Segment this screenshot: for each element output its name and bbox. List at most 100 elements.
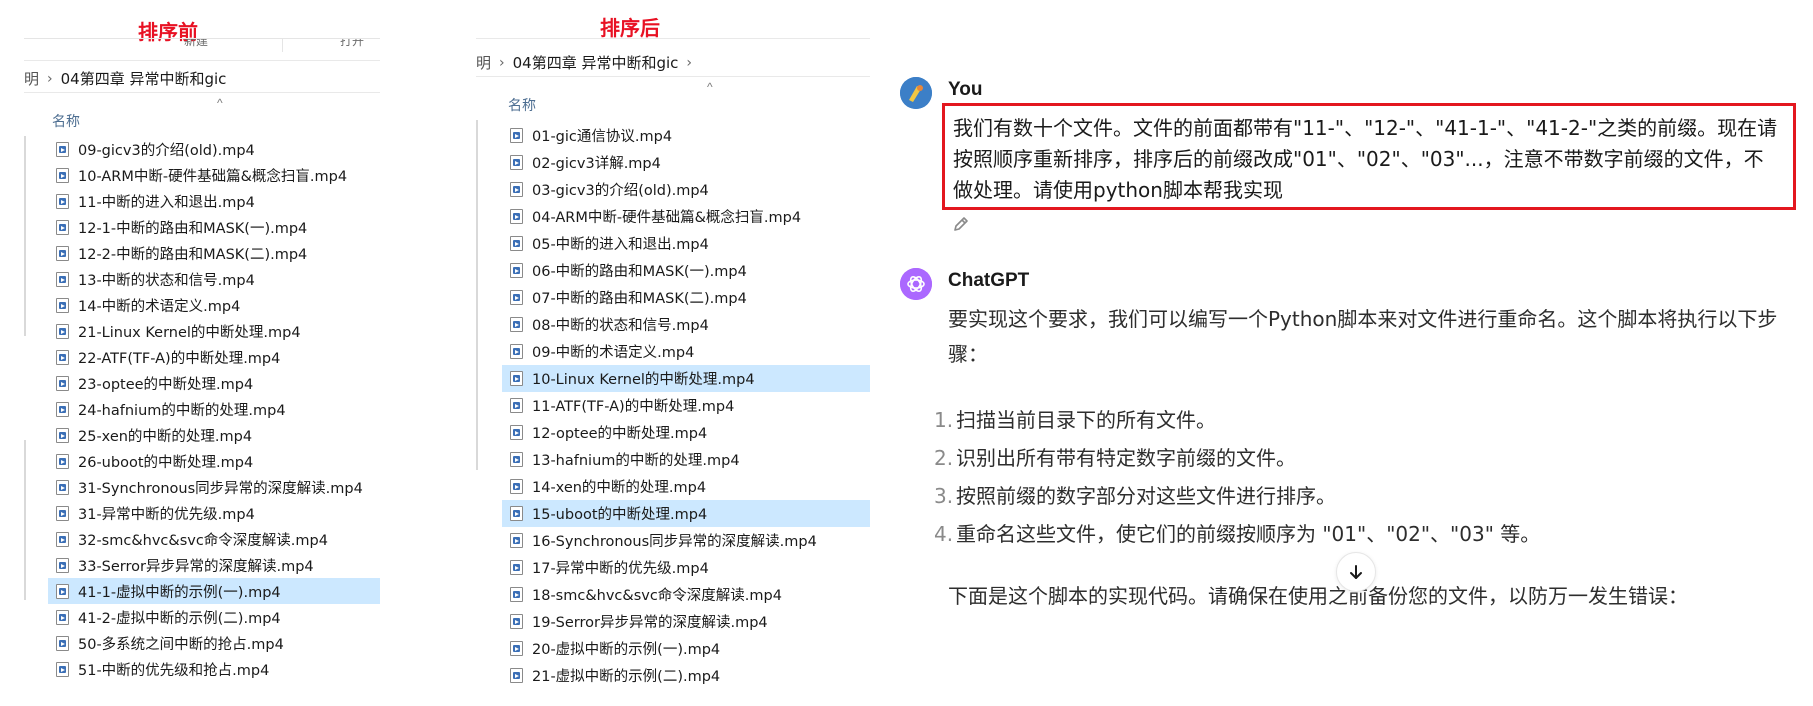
video-file-icon: [510, 155, 523, 170]
assistant-outro: 下面是这个脚本的实现代码。请确保在使用之前备份您的文件，以防万一发生错误：: [948, 584, 1688, 608]
file-row[interactable]: 01-gic通信协议.mp4: [502, 122, 870, 149]
breadcrumb-folder[interactable]: 04第四章 异常中断和gic: [513, 52, 679, 73]
video-file-icon: [510, 263, 523, 278]
video-file-icon: [56, 245, 69, 261]
video-file-icon: [56, 583, 69, 599]
file-row[interactable]: 51-中断的优先级和抢占.mp4: [48, 656, 380, 682]
file-row[interactable]: 14-中断的术语定义.mp4: [48, 292, 380, 318]
file-name: 16-Synchronous同步异常的深度解读.mp4: [532, 534, 817, 550]
edit-icon[interactable]: [951, 214, 971, 239]
address-bar-divider: [24, 92, 380, 93]
breadcrumb: 明 › 04第四章 异常中断和gic: [24, 68, 226, 89]
file-row[interactable]: 41-1-虚拟中断的示例(一).mp4: [48, 578, 380, 604]
toolbar-divider: [282, 39, 283, 52]
video-file-icon: [56, 557, 69, 573]
file-row[interactable]: 25-xen的中断的处理.mp4: [48, 422, 380, 448]
video-file-icon: [56, 505, 69, 521]
sort-ascending-icon[interactable]: ^: [217, 96, 223, 110]
chevron-right-icon[interactable]: ›: [686, 55, 692, 71]
file-row[interactable]: 12-1-中断的路由和MASK(一).mp4: [48, 214, 380, 240]
file-row[interactable]: 32-smc&hvc&svc命令深度解读.mp4: [48, 526, 380, 552]
file-row[interactable]: 06-中断的路由和MASK(一).mp4: [502, 257, 870, 284]
file-row[interactable]: 12-2-中断的路由和MASK(二).mp4: [48, 240, 380, 266]
steps-list: 1. 扫描当前目录下的所有文件。 2. 识别出所有带有特定数字前缀的文件。 3. 按照前缀…: [934, 401, 1540, 553]
user-message: 我们有数十个文件。文件的前面都带有"11-"、"12-"、"41-1-"、"41…: [953, 116, 1778, 202]
breadcrumb-clipped-segment[interactable]: 明: [24, 68, 39, 89]
video-file-icon: [56, 167, 69, 183]
file-row[interactable]: 12-optee的中断处理.mp4: [502, 419, 870, 446]
scroll-to-bottom-button[interactable]: [1336, 552, 1376, 592]
file-row[interactable]: 22-ATF(TF-A)的中断处理.mp4: [48, 344, 380, 370]
file-row[interactable]: 13-中断的状态和信号.mp4: [48, 266, 380, 292]
file-row[interactable]: 13-hafnium的中断的处理.mp4: [502, 446, 870, 473]
file-row[interactable]: 10-Linux Kernel的中断处理.mp4: [502, 365, 870, 392]
file-name: 18-smc&hvc&svc命令深度解读.mp4: [532, 588, 782, 604]
file-row[interactable]: 07-中断的路由和MASK(二).mp4: [502, 284, 870, 311]
file-row[interactable]: 15-uboot的中断处理.mp4: [502, 500, 870, 527]
file-row[interactable]: 04-ARM中断-硬件基础篇&概念扫盲.mp4: [502, 203, 870, 230]
video-file-icon: [56, 141, 69, 157]
openai-logo-icon: [900, 268, 932, 300]
file-name: 09-中断的术语定义.mp4: [532, 345, 695, 361]
toolbar-new-label[interactable]: 新建: [184, 39, 208, 49]
file-row[interactable]: 09-中断的术语定义.mp4: [502, 338, 870, 365]
file-name: 10-ARM中断-硬件基础篇&概念扫盲.mp4: [78, 168, 348, 185]
file-row[interactable]: 09-gicv3的介绍(old).mp4: [48, 136, 380, 162]
file-row[interactable]: 26-uboot的中断处理.mp4: [48, 448, 380, 474]
file-name: 11-中断的进入和退出.mp4: [78, 194, 255, 211]
file-row[interactable]: 50-多系统之间中断的抢占.mp4: [48, 630, 380, 656]
file-name: 09-gicv3的介绍(old).mp4: [78, 142, 255, 159]
file-row[interactable]: 05-中断的进入和退出.mp4: [502, 230, 870, 257]
video-file-icon: [510, 317, 523, 332]
file-row[interactable]: 17-异常中断的优先级.mp4: [502, 554, 870, 581]
file-row[interactable]: 33-Serror异步异常的深度解读.mp4: [48, 552, 380, 578]
video-file-icon: [56, 401, 69, 417]
breadcrumb-clipped-segment[interactable]: 明: [476, 52, 491, 73]
file-row[interactable]: 31-异常中断的优先级.mp4: [48, 500, 380, 526]
video-file-icon: [510, 479, 523, 494]
sort-ascending-icon[interactable]: ^: [707, 80, 713, 94]
file-row[interactable]: 23-optee的中断处理.mp4: [48, 370, 380, 396]
file-row[interactable]: 41-2-虚拟中断的示例(二).mp4: [48, 604, 380, 630]
file-row[interactable]: 21-虚拟中断的示例(二).mp4: [502, 662, 870, 689]
column-header-name[interactable]: 名称: [52, 111, 80, 131]
file-row[interactable]: 08-中断的状态和信号.mp4: [502, 311, 870, 338]
file-list: 01-gic通信协议.mp4 02-gicv3详解.mp4 03-gicv3的介绍(…: [502, 122, 870, 689]
file-row[interactable]: 21-Linux Kernel的中断处理.mp4: [48, 318, 380, 344]
video-file-icon: [56, 661, 69, 677]
file-name: 13-hafnium的中断的处理.mp4: [532, 453, 740, 469]
pane-divider: [24, 440, 26, 600]
video-file-icon: [56, 219, 69, 235]
file-row[interactable]: 31-Synchronous同步异常的深度解读.mp4: [48, 474, 380, 500]
file-name: 33-Serror异步异常的深度解读.mp4: [78, 558, 314, 575]
toolbar-open-label[interactable]: 打开: [340, 39, 364, 49]
step-number: 1.: [934, 408, 954, 432]
user-name: You: [948, 79, 983, 100]
file-row[interactable]: 02-gicv3详解.mp4: [502, 149, 870, 176]
column-header-name[interactable]: 名称: [508, 95, 536, 115]
breadcrumb-folder[interactable]: 04第四章 异常中断和gic: [61, 68, 227, 89]
file-name: 14-中断的术语定义.mp4: [78, 298, 241, 315]
file-row[interactable]: 20-虚拟中断的示例(一).mp4: [502, 635, 870, 662]
step-item: 4. 重命名这些文件，使它们的前缀按顺序为 "01"、"02"、"03" 等。: [934, 515, 1540, 553]
file-name: 50-多系统之间中断的抢占.mp4: [78, 636, 284, 653]
file-row[interactable]: 19-Serror异步异常的深度解读.mp4: [502, 608, 870, 635]
file-row[interactable]: 16-Synchronous同步异常的深度解读.mp4: [502, 527, 870, 554]
file-row[interactable]: 11-ATF(TF-A)的中断处理.mp4: [502, 392, 870, 419]
file-name: 12-1-中断的路由和MASK(一).mp4: [78, 220, 308, 237]
file-row[interactable]: 11-中断的进入和退出.mp4: [48, 188, 380, 214]
file-row[interactable]: 10-ARM中断-硬件基础篇&概念扫盲.mp4: [48, 162, 380, 188]
file-name: 41-1-虚拟中断的示例(一).mp4: [78, 584, 281, 601]
video-file-icon: [510, 209, 523, 224]
file-row[interactable]: 14-xen的中断的处理.mp4: [502, 473, 870, 500]
video-file-icon: [56, 297, 69, 313]
pane-divider: [24, 136, 26, 336]
file-row[interactable]: 24-hafnium的中断的处理.mp4: [48, 396, 380, 422]
file-name: 20-虚拟中断的示例(一).mp4: [532, 642, 721, 658]
file-row[interactable]: 18-smc&hvc&svc命令深度解读.mp4: [502, 581, 870, 608]
file-name: 24-hafnium的中断的处理.mp4: [78, 402, 286, 419]
file-name: 11-ATF(TF-A)的中断处理.mp4: [532, 399, 735, 415]
video-file-icon: [510, 452, 523, 467]
user-avatar-icon: [900, 77, 932, 109]
file-row[interactable]: 03-gicv3的介绍(old).mp4: [502, 176, 870, 203]
